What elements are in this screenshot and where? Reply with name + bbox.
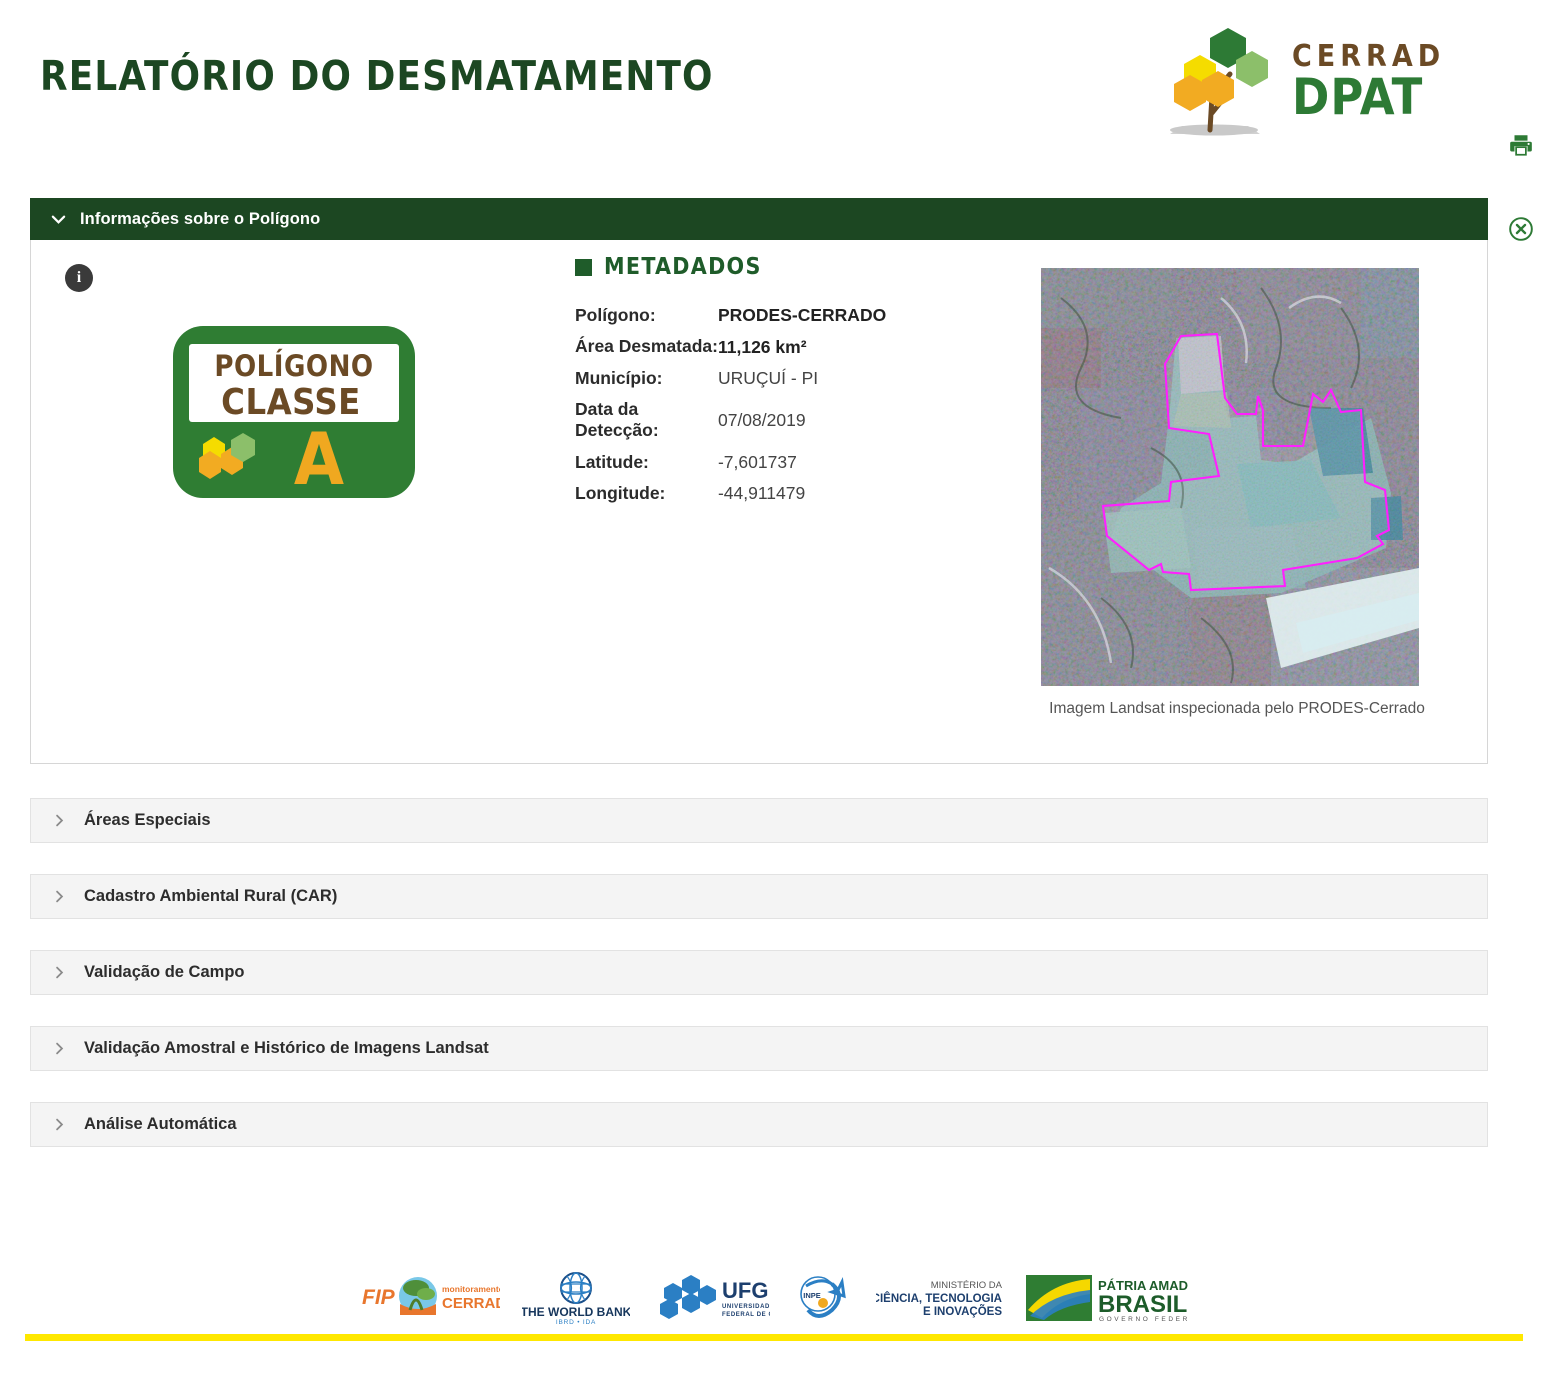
accordion-body-polygon-info: i POLÍGONO CLASSE A METADADOS Polígono: …	[30, 240, 1488, 764]
world-bank-subtext: IBRD • IDA	[556, 1319, 596, 1326]
table-row: Longitude: -44,911479	[575, 478, 886, 509]
accordion-header-polygon-info[interactable]: Informações sobre o Polígono	[30, 198, 1488, 240]
fip-cerrado-logo: FIP monitoramento CERRADO	[362, 1277, 500, 1315]
metadata-heading-label: METADADOS	[604, 254, 762, 280]
world-bank-logo: THE WORLD BANK IBRD • IDA	[522, 1272, 630, 1326]
ministry-line2: CIÊNCIA, TECNOLOGIA	[876, 1292, 1002, 1305]
chevron-right-icon	[53, 965, 68, 980]
chevron-right-icon	[53, 813, 68, 828]
page-header: RELATÓRIO DO DESMATAMENTO CERRADO DPAT	[0, 0, 1548, 170]
metadata-block: METADADOS Polígono: PRODES-CERRADO Área …	[543, 248, 1023, 509]
accordion-header-validacao-de-campo[interactable]: Validação de Campo	[30, 950, 1488, 995]
side-action-buttons	[1504, 128, 1544, 246]
close-button[interactable]	[1504, 212, 1538, 246]
badge-line1: POLÍGONO	[214, 349, 373, 383]
metadata-key: Latitude:	[575, 451, 649, 472]
print-button[interactable]	[1504, 128, 1538, 162]
ufg-logo: UFG UNIVERSIDADE FEDERAL DE GOIÁS	[660, 1275, 770, 1319]
metadata-value: -44,911479	[717, 483, 806, 504]
metadata-value: -7,601737	[717, 451, 797, 472]
footer-partner-logos: FIP monitoramento CERRADO THE WORLD BANK…	[0, 1262, 1548, 1334]
polygon-info-accordion: Informações sobre o Polígono i POLÍGONO …	[30, 198, 1488, 764]
brasil-line3: GOVERNO FEDERAL	[1099, 1316, 1188, 1323]
polygon-class-badge: POLÍGONO CLASSE A	[169, 322, 419, 502]
collapsed-accordion-list: Áreas Especiais Cadastro Ambiental Rural…	[30, 798, 1488, 1178]
metadata-table: Polígono: PRODES-CERRADO Área Desmatada:…	[575, 300, 886, 509]
chevron-right-icon	[53, 1041, 68, 1056]
metadata-value: 07/08/2019	[717, 409, 806, 430]
metadata-key: Área Desmatada:	[575, 336, 718, 357]
ufg-sub2: FEDERAL DE GOIÁS	[722, 1311, 770, 1318]
ufg-sub1: UNIVERSIDADE	[722, 1304, 770, 1310]
close-circle-icon	[1509, 217, 1533, 241]
table-row: Município: URUÇUÍ - PI	[575, 363, 886, 394]
badge-class-letter: A	[294, 417, 344, 501]
table-row: Data da Detecção: 07/08/2019	[575, 394, 886, 447]
deforestation-report-page: RELATÓRIO DO DESMATAMENTO CERRADO DPAT	[0, 0, 1548, 1376]
info-icon[interactable]: i	[65, 264, 93, 292]
satellite-image-caption: Imagem Landsat inspecionada pelo PRODES-…	[1049, 700, 1425, 717]
chevron-down-icon	[51, 212, 66, 227]
ufg-text: UFG	[722, 1278, 768, 1303]
printer-icon	[1510, 135, 1532, 156]
accordion-header-areas-especiais[interactable]: Áreas Especiais	[30, 798, 1488, 843]
metadata-key: Polígono:	[575, 305, 656, 325]
world-bank-text: THE WORLD BANK	[522, 1305, 630, 1319]
chevron-right-icon	[53, 889, 68, 904]
accordion-header-analise-automatica[interactable]: Análise Automática	[30, 1102, 1488, 1147]
table-row: Latitude: -7,601737	[575, 447, 886, 478]
accordion-header-label: Informações sobre o Polígono	[80, 209, 321, 228]
satellite-image-block: Imagem Landsat inspecionada pelo PRODES-…	[1041, 268, 1441, 720]
ministry-line3: E INOVAÇÕES	[923, 1305, 1002, 1318]
accordion-label: Áreas Especiais	[84, 811, 211, 829]
page-title: RELATÓRIO DO DESMATAMENTO	[40, 52, 714, 100]
fip-text: FIP	[362, 1286, 396, 1309]
table-row: Área Desmatada: 11,126 km²	[575, 331, 886, 362]
inpe-text: INPE	[803, 1291, 821, 1300]
metadata-key: Longitude:	[575, 483, 666, 504]
metadata-value: 11,126 km²	[717, 336, 807, 357]
square-bullet-icon	[575, 258, 592, 276]
metadata-key: Município:	[575, 367, 663, 388]
logo-word-dpat: DPAT	[1292, 68, 1423, 126]
ministry-line1: MINISTÉRIO DA	[931, 1280, 1003, 1291]
accordion-header-cadastro-ambiental-rural[interactable]: Cadastro Ambiental Rural (CAR)	[30, 874, 1488, 919]
landsat-satellite-image[interactable]	[1041, 268, 1419, 686]
accordion-label: Cadastro Ambiental Rural (CAR)	[84, 887, 338, 905]
brasil-governo-federal-logo: PÁTRIA AMADA BRASIL GOVERNO FEDERAL	[1026, 1275, 1188, 1323]
fip-cerrado-text: CERRADO	[442, 1295, 500, 1312]
accordion-label: Validação de Campo	[84, 963, 245, 981]
fip-monitoramento-text: monitoramento	[442, 1284, 500, 1294]
accordion-label: Validação Amostral e Histórico de Imagen…	[84, 1039, 489, 1057]
accordion-header-validacao-amostral[interactable]: Validação Amostral e Histórico de Imagen…	[30, 1026, 1488, 1071]
brasil-line2: BRASIL	[1098, 1291, 1187, 1318]
footer-accent-bar	[25, 1334, 1523, 1341]
chevron-right-icon	[53, 1117, 68, 1132]
metadata-heading: METADADOS	[575, 254, 1023, 280]
metadata-value: URUÇUÍ - PI	[717, 367, 819, 388]
accordion-label: Análise Automática	[84, 1115, 237, 1133]
ministry-logo: MINISTÉRIO DA CIÊNCIA, TECNOLOGIA E INOV…	[876, 1280, 1003, 1318]
metadata-key: Data da Detecção:	[575, 399, 659, 441]
metadata-value: PRODES-CERRADO	[717, 305, 887, 326]
inpe-logo: INPE	[800, 1276, 846, 1318]
table-row: Polígono: PRODES-CERRADO	[575, 300, 886, 331]
cerrado-dpat-logo: CERRADO DPAT	[1152, 18, 1442, 140]
